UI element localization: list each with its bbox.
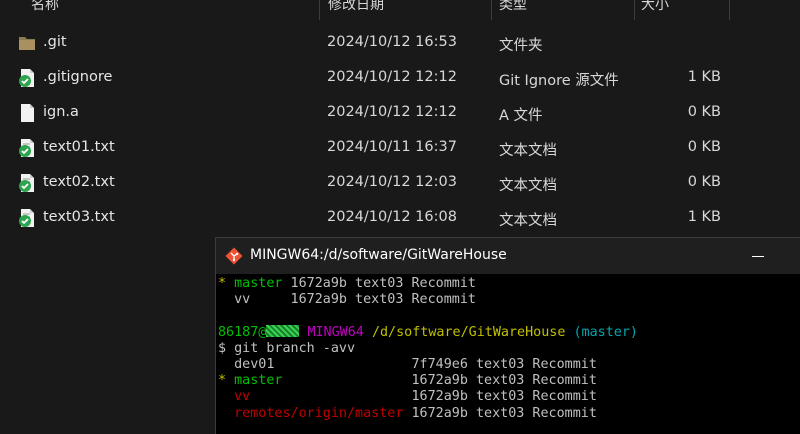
folder-icon xyxy=(19,37,35,50)
git-file-check-icon xyxy=(19,174,34,192)
file-type: 文件夹 xyxy=(499,38,543,54)
file-row[interactable]: .git 2024/10/12 16:53 文件夹 xyxy=(0,26,800,61)
file-icon xyxy=(21,104,34,122)
terminal-command: $ git branch -avv xyxy=(218,340,356,356)
file-name: text02.txt xyxy=(43,174,115,190)
terminal-titlebar[interactable]: MINGW64:/d/software/GitWareHouse xyxy=(216,238,800,274)
file-date: 2024/10/12 16:08 xyxy=(327,209,457,225)
redacted-hostname xyxy=(266,324,300,337)
branch-info: 1672a9b text03 Recommit xyxy=(250,389,597,405)
file-size: 0 KB xyxy=(687,174,721,190)
column-date[interactable]: 修改日期 xyxy=(320,0,490,18)
file-date: 2024/10/12 12:03 xyxy=(327,174,457,190)
terminal-line: vv 1672a9b text03 Recommit xyxy=(218,292,476,308)
file-name: .gitignore xyxy=(43,69,113,85)
file-size: 0 KB xyxy=(687,139,721,155)
file-row[interactable]: .gitignore 2024/10/12 12:12 Git Ignore 源… xyxy=(0,61,800,96)
file-type: A 文件 xyxy=(499,108,543,124)
terminal-prompt: 86187@ MINGW64 /d/software/GitWareHouse … xyxy=(218,324,800,341)
file-name: text03.txt xyxy=(43,209,115,225)
git-file-check-icon xyxy=(19,69,34,87)
prompt-user: 86187@ xyxy=(218,324,267,340)
current-branch-marker: * xyxy=(218,276,235,291)
file-type: 文本文档 xyxy=(499,143,557,159)
file-size: 1 KB xyxy=(687,209,721,225)
file-name: ign.a xyxy=(43,104,79,120)
prompt-env: MINGW64 xyxy=(307,324,364,340)
file-size: 0 KB xyxy=(687,104,721,120)
column-divider[interactable] xyxy=(729,0,730,20)
file-row[interactable]: text02.txt 2024/10/12 12:03 文本文档 0 KB xyxy=(0,166,800,201)
prompt-path: /d/software/GitWareHouse xyxy=(371,324,566,340)
file-name: .git xyxy=(43,34,67,50)
terminal-window[interactable]: MINGW64:/d/software/GitWareHouse * maste… xyxy=(215,237,800,434)
branch-name: master xyxy=(234,276,283,291)
file-row[interactable]: ign.a 2024/10/12 12:12 A 文件 0 KB xyxy=(0,96,800,131)
git-file-check-icon xyxy=(19,209,34,227)
file-type: 文本文档 xyxy=(499,213,557,229)
branch-name: master xyxy=(234,373,283,389)
file-date: 2024/10/12 12:12 xyxy=(327,104,457,120)
branch-info: 1672a9b text03 Recommit xyxy=(403,405,597,421)
terminal-line: dev01 7f749e6 text03 Recommit xyxy=(218,356,597,372)
file-size: 1 KB xyxy=(687,69,721,85)
current-branch-marker: * xyxy=(218,373,235,389)
terminal-line: remotes/origin/master 1672a9b text03 Rec… xyxy=(218,406,800,422)
git-file-check-icon xyxy=(19,139,34,157)
terminal-line: * master 1672a9b text03 Recommit xyxy=(218,373,800,389)
branch-info: 1672a9b text03 Recommit xyxy=(282,373,597,389)
terminal-title: MINGW64:/d/software/GitWareHouse xyxy=(250,247,507,263)
terminal-output[interactable]: * master 1672a9b text03 Recommit vv 1672… xyxy=(216,274,800,434)
remote-branch-name: remotes/origin/master xyxy=(234,405,404,421)
terminal-line: vv 1672a9b text03 Recommit xyxy=(218,389,800,405)
column-header: 名称 修改日期 类型 大小 xyxy=(0,0,800,20)
file-row[interactable]: text03.txt 2024/10/12 16:08 文本文档 1 KB xyxy=(0,201,800,236)
git-diamond-icon xyxy=(225,247,243,265)
file-type: 文本文档 xyxy=(499,178,557,194)
file-date: 2024/10/11 16:37 xyxy=(327,139,457,155)
column-type[interactable]: 类型 xyxy=(491,0,631,18)
branch-name: vv xyxy=(234,389,251,405)
branch-info: 1672a9b text03 Recommit xyxy=(282,276,476,291)
column-name[interactable]: 名称 xyxy=(23,0,313,18)
file-date: 2024/10/12 12:12 xyxy=(327,69,457,85)
prompt-branch: (master) xyxy=(573,324,638,340)
file-date: 2024/10/12 16:53 xyxy=(327,34,457,50)
terminal-line: * master 1672a9b text03 Recommit xyxy=(218,276,800,292)
file-name: text01.txt xyxy=(43,139,115,155)
minimize-button[interactable] xyxy=(752,246,782,266)
file-row[interactable]: text01.txt 2024/10/11 16:37 文本文档 0 KB xyxy=(0,131,800,166)
file-type: Git Ignore 源文件 xyxy=(499,73,619,89)
column-size[interactable]: 大小 xyxy=(633,0,728,18)
